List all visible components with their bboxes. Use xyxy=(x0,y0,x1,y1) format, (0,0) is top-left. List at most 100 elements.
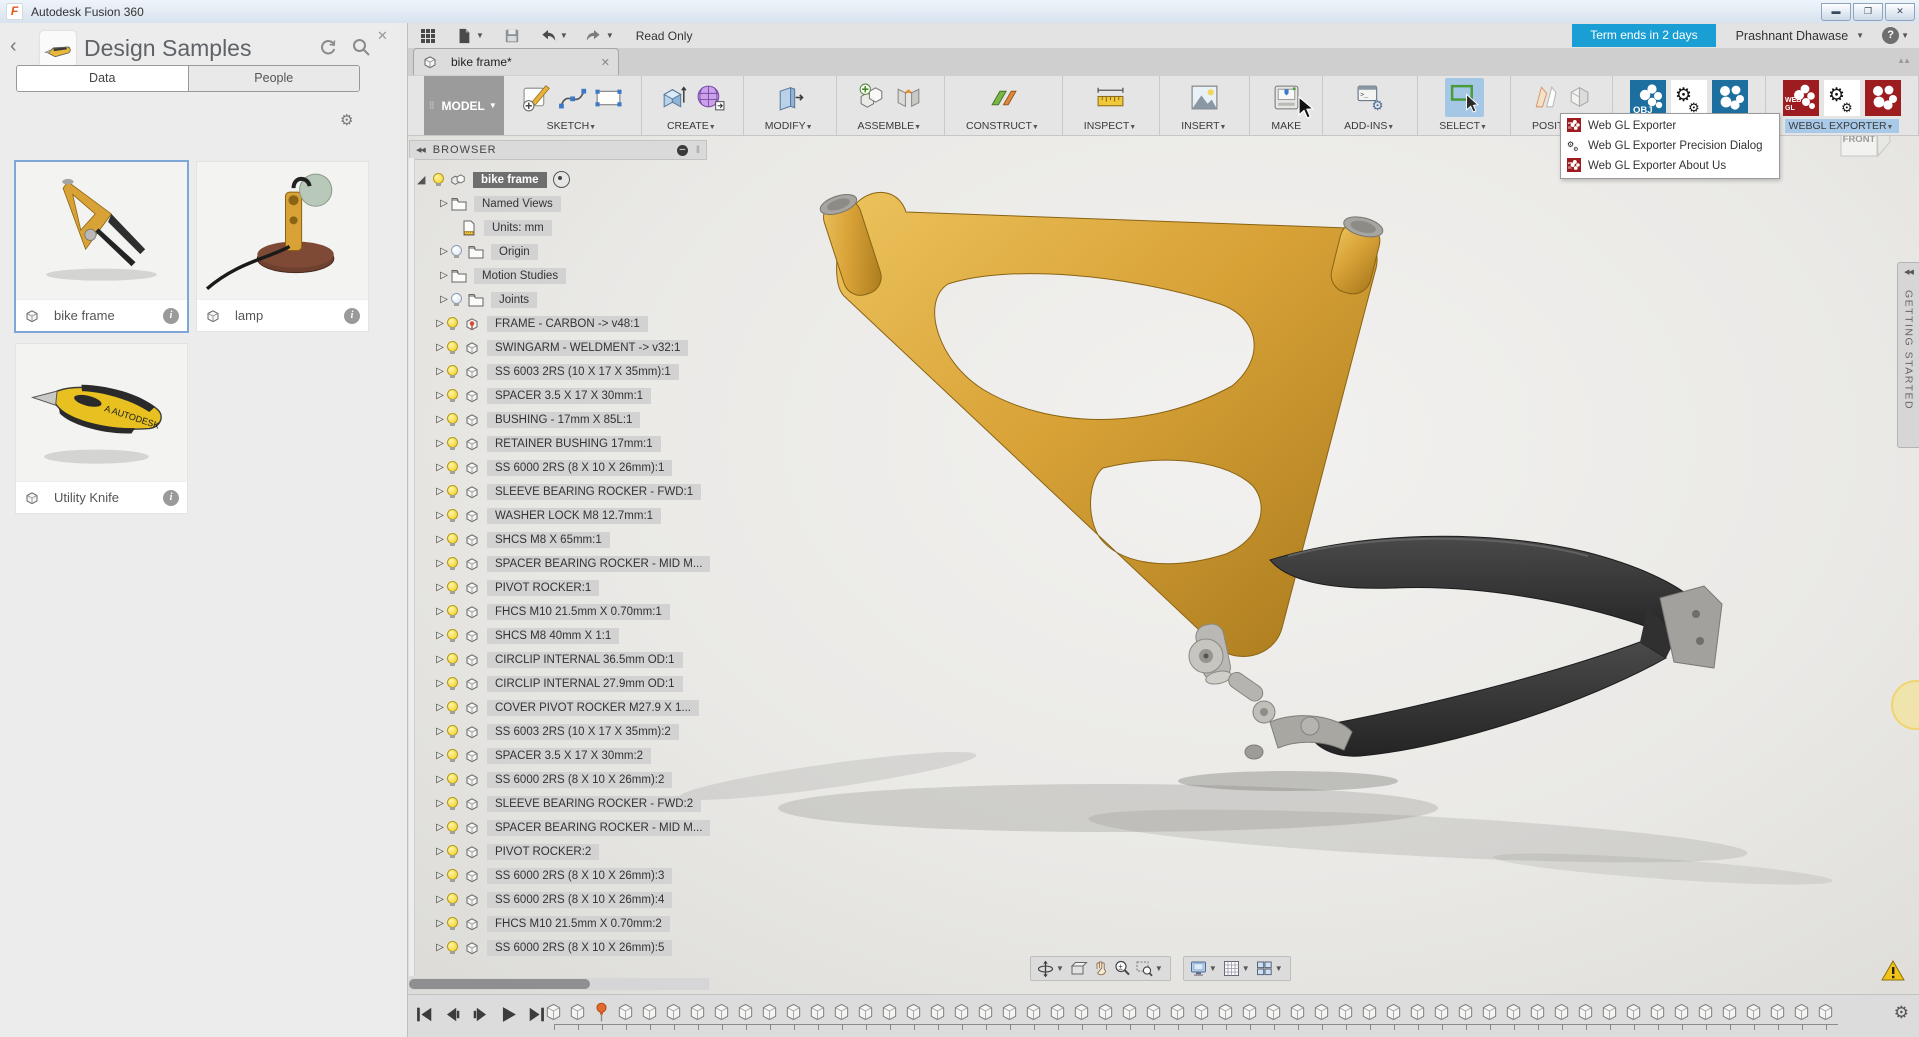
tab-data[interactable]: Data xyxy=(17,66,189,91)
ribbon-group-label[interactable]: INSERT ▼ xyxy=(1177,119,1232,133)
visibility-bulb-on-icon[interactable] xyxy=(447,340,458,355)
browser-component-row[interactable]: ▷ SPACER 3.5 X 17 X 30mm:2 xyxy=(415,746,707,765)
visibility-bulb-off-icon[interactable] xyxy=(451,292,462,307)
zoom-icon[interactable]: ± xyxy=(1113,959,1132,978)
expand-arrow-icon[interactable]: ▷ xyxy=(433,822,447,833)
expand-arrow-icon[interactable]: ▷ xyxy=(437,270,451,281)
undo-icon[interactable] xyxy=(538,27,558,45)
browser-component-row[interactable]: ▷ BUSHING - 17mm X 85L:1 xyxy=(415,410,707,429)
browser-component-row[interactable]: ▷ SPACER BEARING ROCKER - MID M... xyxy=(415,554,711,573)
measure-icon[interactable] xyxy=(1095,82,1126,113)
tab-close-icon[interactable]: ✕ xyxy=(601,56,610,69)
browser-root-row[interactable]: ◢ bike frame xyxy=(415,170,707,189)
expand-arrow-icon[interactable]: ▷ xyxy=(433,366,447,377)
minimize-browser-icon[interactable]: – xyxy=(676,144,688,156)
browser-component-row[interactable]: ▷ SLEEVE BEARING ROCKER - FWD:1 xyxy=(415,482,707,501)
browser-component-row[interactable]: ▷ PIVOT ROCKER:1 xyxy=(415,578,707,597)
visibility-bulb-on-icon[interactable] xyxy=(447,436,458,451)
view-cube[interactable]: FRONT TOP xyxy=(1829,136,1903,172)
activate-target-icon[interactable] xyxy=(552,171,570,188)
expand-arrow-icon[interactable]: ▷ xyxy=(433,774,447,785)
ribbon-group-label[interactable]: ASSEMBLE ▼ xyxy=(854,119,927,133)
expand-arrow-icon[interactable]: ▷ xyxy=(433,318,447,329)
browser-component-row[interactable]: ▷ FRAME - CARBON -> v48:1 xyxy=(415,314,707,333)
expand-arrow-icon[interactable]: ▷ xyxy=(433,390,447,401)
collapse-ribbon-icon[interactable]: ▲▲ xyxy=(1897,56,1911,65)
expand-arrow-icon[interactable]: ▷ xyxy=(433,582,447,593)
ribbon-group-label[interactable]: MODIFY ▼ xyxy=(761,119,819,133)
browser-component-row[interactable]: ▷ SS 6000 2RS (8 X 10 X 26mm):1 xyxy=(415,458,707,477)
search-icon[interactable] xyxy=(351,37,371,57)
expand-arrow-icon[interactable]: ▷ xyxy=(437,246,451,257)
minimize-button[interactable]: ▬ xyxy=(1821,2,1851,21)
visibility-bulb-on-icon[interactable] xyxy=(447,868,458,883)
viewports-icon[interactable] xyxy=(1255,959,1274,978)
menu-item-web-gl-exporter[interactable]: WEB GL Web GL Exporter xyxy=(1561,116,1779,136)
expanded-arrow-icon[interactable]: ◢ xyxy=(417,173,433,186)
browser-component-row[interactable]: ▷ WASHER LOCK M8 12.7mm:1 xyxy=(415,506,707,525)
browser-hscrollbar[interactable] xyxy=(409,978,709,990)
design-card-utility-knife[interactable]: A AUTODESK Utility Knife i xyxy=(15,343,188,514)
pan-icon[interactable] xyxy=(1091,959,1110,978)
ribbon-group-label[interactable]: MAKE xyxy=(1267,119,1305,133)
visibility-bulb-on-icon[interactable] xyxy=(447,844,458,859)
rectangle-icon[interactable] xyxy=(593,82,624,113)
obj-logo-icon[interactable]: OBJ xyxy=(1630,79,1666,116)
panel-close-icon[interactable]: ✕ xyxy=(377,28,388,44)
browser-component-row[interactable]: ▷ SHCS M8 40mm X 1:1 xyxy=(415,626,707,645)
browser-component-row[interactable]: ▷ SS 6003 2RS (10 X 17 X 35mm):2 xyxy=(415,722,707,741)
expand-arrow-icon[interactable]: ▷ xyxy=(433,462,447,473)
browser-folder-row[interactable]: Units: mm xyxy=(415,218,707,237)
browser-component-row[interactable]: ▷ SPACER BEARING ROCKER - MID M... xyxy=(415,818,711,837)
browser-component-row[interactable]: ▷ SS 6003 2RS (10 X 17 X 35mm):1 xyxy=(415,362,707,381)
expand-arrow-icon[interactable]: ▷ xyxy=(433,846,447,857)
orbit-icon[interactable] xyxy=(1036,959,1055,978)
visibility-bulb-on-icon[interactable] xyxy=(447,892,458,907)
design-card-lamp[interactable]: lamp i xyxy=(196,161,369,332)
refresh-icon[interactable] xyxy=(318,37,338,57)
document-tab[interactable]: bike frame* ✕ xyxy=(413,48,619,75)
expand-arrow-icon[interactable]: ▷ xyxy=(433,630,447,641)
visibility-bulb-on-icon[interactable] xyxy=(447,604,458,619)
browser-component-row[interactable]: ▷ COVER PIVOT ROCKER M27.9 X 1... xyxy=(415,698,707,717)
browser-component-row[interactable]: ▷ CIRCLIP INTERNAL 27.9mm OD:1 xyxy=(415,674,707,693)
browser-folder-row[interactable]: ▷ Motion Studies xyxy=(415,266,707,285)
expand-arrow-icon[interactable]: ▷ xyxy=(437,198,451,209)
expand-arrow-icon[interactable]: ▷ xyxy=(433,342,447,353)
visibility-bulb-on-icon[interactable] xyxy=(447,940,458,955)
redo-icon[interactable] xyxy=(584,27,604,45)
ribbon-group-label[interactable]: SELECT ▼ xyxy=(1435,119,1493,133)
expand-arrow-icon[interactable]: ▷ xyxy=(433,942,447,953)
design-card-bike-frame[interactable]: bike frame i xyxy=(15,161,188,332)
display-settings-icon[interactable] xyxy=(1189,959,1208,978)
expand-arrow-icon[interactable]: ▷ xyxy=(433,558,447,569)
browser-header[interactable]: ◀◀ BROWSER – ‖ xyxy=(409,140,707,160)
expand-arrow-icon[interactable]: ▷ xyxy=(433,918,447,929)
restore-button[interactable]: ❐ xyxy=(1853,2,1883,21)
expand-arrow-icon[interactable]: ▷ xyxy=(433,894,447,905)
paw-red-icon[interactable] xyxy=(1865,79,1901,116)
sketch-icon[interactable] xyxy=(521,82,552,113)
getting-started-tab[interactable]: ◀◀ GETTING STARTED xyxy=(1897,262,1919,448)
expand-arrow-icon[interactable]: ▷ xyxy=(433,438,447,449)
visibility-bulb-on-icon[interactable] xyxy=(447,580,458,595)
new-component-icon[interactable] xyxy=(857,82,888,113)
user-menu[interactable]: Prashnant Dhawase xyxy=(1736,29,1849,43)
app-grid-icon[interactable] xyxy=(418,27,438,45)
info-icon[interactable]: i xyxy=(163,307,179,324)
visibility-bulb-on-icon[interactable] xyxy=(447,916,458,931)
browser-component-row[interactable]: ▷ SS 6000 2RS (8 X 10 X 26mm):3 xyxy=(415,866,707,885)
expand-arrow-icon[interactable]: ▷ xyxy=(433,510,447,521)
ribbon-group-label[interactable]: ADD-INS ▼ xyxy=(1340,119,1400,133)
menu-item-web-gl-exporter-precision-dialog[interactable]: ⚙ ⚙ Web GL Exporter Precision Dialog xyxy=(1561,136,1779,156)
back-icon[interactable]: ‹ xyxy=(10,35,17,58)
visibility-bulb-on-icon[interactable] xyxy=(447,772,458,787)
browser-component-row[interactable]: ▷ PIVOT ROCKER:2 xyxy=(415,842,707,861)
settings-gear-icon[interactable]: ⚙ xyxy=(340,111,353,129)
browser-folder-row[interactable]: ▷ Named Views xyxy=(415,194,707,213)
timeline-settings-gear-icon[interactable]: ⚙ xyxy=(1894,1003,1909,1023)
look-at-icon[interactable] xyxy=(1069,959,1088,978)
step-forward-icon[interactable] xyxy=(470,1004,491,1030)
visibility-bulb-on-icon[interactable] xyxy=(447,820,458,835)
visibility-bulb-on-icon[interactable] xyxy=(447,412,458,427)
